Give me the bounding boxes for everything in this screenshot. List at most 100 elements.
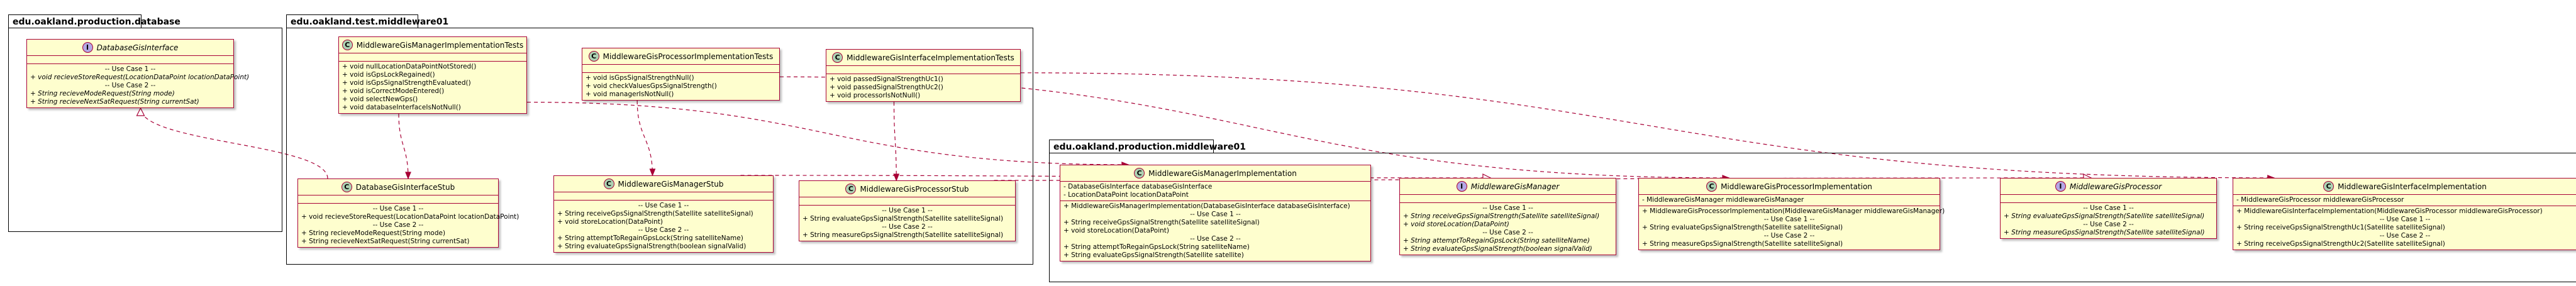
use-case-separator: -- Use Case 1 -- (2379, 216, 2431, 223)
use-case-separator: -- Use Case 2 -- (1482, 229, 1533, 236)
method: + String recieveModeRequest(String mode) (30, 90, 175, 97)
class-header: I MiddlewareGisProcessor (2001, 179, 2216, 195)
method: + String evaluateGpsSignalStrength(boole… (557, 243, 747, 250)
use-case-separator: -- Use Case 2 -- (2083, 221, 2134, 228)
method: + String attemptToRegainGpsLock(String s… (1063, 243, 1250, 251)
method: + void isGpsSignalStrengthEvaluated() (342, 79, 471, 87)
class-name: MiddlewareGisProcessorStub (860, 184, 969, 194)
method: + MiddlewareGisProcessorImplementation(M… (1642, 207, 1945, 215)
method: + void selectNewGps() (342, 96, 418, 103)
class-icon: C (845, 184, 857, 194)
methods-section: -- Use Case 1 -- + void recieveStoreReque… (27, 64, 250, 107)
method: + String evaluateGpsSignalStrength(Satel… (2004, 212, 2205, 220)
method: + void isGpsSignalStrengthNull() (586, 74, 694, 82)
method: + void nullLocationDataPointNotStored() (342, 63, 477, 70)
use-case-separator: -- Use Case 1 -- (638, 202, 689, 209)
methods-section: + void isGpsSignalStrengthNull() + void c… (582, 73, 779, 100)
methods-section: + void nullLocationDataPointNotStored() +… (339, 62, 526, 113)
class-processor-implementation-tests[interactable]: C MiddlewareGisProcessorImplementationTes… (582, 48, 780, 101)
method: + String evaluateGpsSignalStrength(Satel… (1063, 251, 1244, 259)
class-header: C MiddlewareGisProcessorImplementationTes… (582, 48, 779, 65)
fields-section (582, 65, 779, 73)
fields-section: - MiddlewareGisProcessor middlewareGisPr… (2233, 195, 2576, 206)
method: + MiddlewareGisManagerImplementation(Dat… (1063, 202, 1350, 210)
class-header: C MiddlewareGisInterfaceImplementation (2233, 179, 2576, 195)
class-name: MiddlewareGisProcessorImplementation (1721, 182, 1872, 191)
methods-section: -- Use Case 1 -- + void recieveStoreReque… (298, 204, 519, 247)
fields-section (339, 53, 526, 62)
interface-icon: I (2055, 181, 2066, 192)
field: - MiddlewareGisManager middlewareGisMana… (1642, 196, 1804, 204)
method: + String measureGpsSignalStrength(Satell… (2004, 229, 2205, 236)
interface-icon: I (82, 42, 93, 53)
class-interface-implementation-tests[interactable]: C MiddlewareGisInterfaceImplementationTes… (826, 49, 1021, 102)
method: + String recieveNextSatRequest(String cu… (30, 98, 199, 106)
class-name: MiddlewareGisInterfaceImplementation (2338, 182, 2487, 191)
methods-section: + MiddlewareGisInterfaceImplementation(M… (2233, 206, 2576, 250)
class-manager-implementation-tests[interactable]: C MiddlewareGisManagerImplementationTests… (338, 36, 527, 114)
method: + void storeLocation(DataPoint) (1403, 221, 1509, 228)
fields-section (554, 192, 773, 201)
method: + void recieveStoreRequest(LocationDataP… (30, 74, 250, 81)
use-case-separator: -- Use Case 1 -- (372, 205, 424, 212)
method: + String receiveGpsSignalStrength(Satell… (557, 210, 753, 217)
interface-database-gis-interface[interactable]: I DatabaseGisInterface -- Use Case 1 -- + v… (26, 39, 250, 108)
methods-section: + void passedSignalStrengthUc1() + void p… (826, 74, 1020, 101)
method: + void processorIsNotNull() (830, 92, 921, 99)
methods-section: -- Use Case 1 -- + String receiveGpsSigna… (554, 201, 773, 252)
method: + String attemptToRegainGpsLock(String s… (557, 234, 743, 242)
fields-section (2001, 195, 2216, 203)
class-manager-implementation[interactable]: C MiddlewareGisManagerImplementation - Dat… (1060, 165, 1371, 261)
use-case-separator: -- Use Case 2 -- (104, 82, 156, 89)
class-header: C MiddlewareGisManagerStub (554, 176, 773, 192)
package-label: edu.oakland.production.middleware01 (1053, 142, 1246, 152)
method: + void isGpsLockRegained() (342, 71, 435, 79)
methods-section: -- Use Case 1 -- + String evaluateGpsSign… (799, 206, 1015, 241)
fields-section (826, 66, 1020, 74)
method: + String measureGpsSignalStrength(Satell… (802, 231, 1004, 239)
class-processor-stub[interactable]: C MiddlewareGisProcessorStub -- Use Case 1… (799, 180, 1016, 241)
use-case-separator: -- Use Case 1 -- (1763, 216, 1815, 223)
class-name: MiddlewareGisManagerImplementation (1148, 168, 1297, 178)
use-case-separator: -- Use Case 2 -- (1190, 235, 1241, 243)
fields-section (27, 56, 233, 64)
interface-middleware-gis-manager[interactable]: I MiddlewareGisManager -- Use Case 1 -- + S… (1399, 178, 1616, 255)
method: + void passedSignalStrengthUc1() (830, 75, 943, 83)
use-case-separator: -- Use Case 2 -- (2379, 232, 2431, 239)
class-icon: C (2323, 181, 2334, 192)
class-header: I DatabaseGisInterface (27, 40, 233, 56)
method: + String evaluateGpsSignalStrength(boole… (1403, 245, 1592, 253)
class-database-gis-interface-stub[interactable]: C DatabaseGisInterfaceStub -- Use Case 1 -… (297, 179, 519, 248)
class-icon: C (588, 51, 599, 62)
class-header: C DatabaseGisInterfaceStub (298, 179, 498, 195)
class-header: C MiddlewareGisManagerImplementationTests (339, 37, 526, 53)
class-manager-stub[interactable]: C MiddlewareGisManagerStub -- Use Case 1 -… (553, 175, 774, 253)
class-header: C MiddlewareGisProcessorImplementation (1639, 179, 1940, 195)
class-icon: C (341, 182, 352, 192)
use-case-separator: -- Use Case 1 -- (1190, 211, 1241, 218)
method: + String receiveGpsSignalStrengthUc2(Sat… (2236, 240, 2445, 248)
methods-section: + MiddlewareGisProcessorImplementation(M… (1639, 206, 1945, 250)
package-tab-middleware: edu.oakland.production.middleware01 (1049, 140, 1246, 153)
method: + String evaluateGpsSignalStrength(Satel… (1642, 224, 1843, 231)
class-icon: C (603, 179, 614, 189)
class-interface-implementation[interactable]: C MiddlewareGisInterfaceImplementation - M… (2233, 178, 2576, 250)
method: + String recieveNextSatRequest(String cu… (301, 238, 470, 245)
package-tab-database: edu.oakland.production.database (8, 14, 180, 28)
interface-middleware-gis-processor[interactable]: I MiddlewareGisProcessor -- Use Case 1 -- +… (2000, 178, 2217, 239)
class-name: MiddlewareGisProcessor (2069, 182, 2162, 191)
class-name: DatabaseGisInterface (96, 43, 179, 52)
package-tab-test: edu.oakland.test.middleware01 (286, 14, 448, 28)
class-name: MiddlewareGisManagerImplementationTests (356, 40, 524, 50)
class-processor-implementation[interactable]: C MiddlewareGisProcessorImplementation - M… (1638, 178, 1945, 250)
fields-section: - DatabaseGisInterface databaseGisInterf… (1060, 182, 1370, 201)
fields-section (298, 195, 498, 204)
method: + String measureGpsSignalStrength(Satell… (1642, 240, 1843, 248)
method: + String receiveGpsSignalStrength(Satell… (1063, 219, 1260, 226)
field: - DatabaseGisInterface databaseGisInterf… (1063, 183, 1213, 190)
class-name: MiddlewareGisManagerStub (618, 179, 724, 189)
class-header: C MiddlewareGisManagerImplementation (1060, 165, 1370, 182)
class-name: MiddlewareGisManager (1470, 182, 1560, 191)
class-name: MiddlewareGisInterfaceImplementationTest… (847, 53, 1014, 62)
methods-section: -- Use Case 1 -- + String receiveGpsSigna… (1400, 203, 1616, 255)
